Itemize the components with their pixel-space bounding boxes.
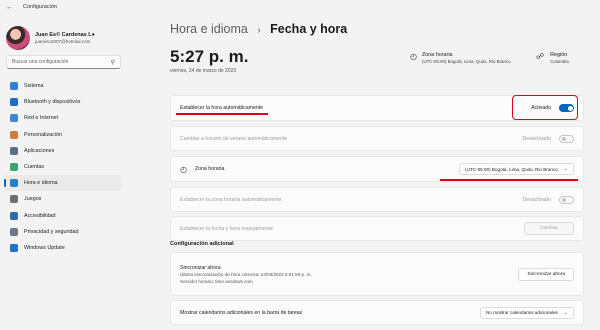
timezone-dropdown[interactable]: (UTC-05:00) Bogotá, Lima, Quito, Rio Bra… [459,163,574,175]
manual-time-label: Establecer la fecha y hora manualmente [180,225,273,232]
sidebar-item[interactable]: Sistema [4,78,121,94]
sync-title: Sincronizar ahora [180,264,221,271]
dst-setting: Cambiar a horario de verano automáticame… [170,126,584,151]
user-name: Juan Es© Cardenas L● [35,32,95,38]
search-icon[interactable]: ⚲ [111,59,115,66]
manual-time-setting: Establecer la fecha y hora manualmente C… [170,216,584,241]
sidebar-item[interactable]: Privacidad y seguridad [4,224,121,240]
sidebar-item-label: Bluetooth y dispositivos [24,99,81,106]
window-title: Configuración [23,4,57,10]
sidebar-item-label: Juegos [24,196,42,203]
highlight-box-toggle [512,95,578,120]
title-bar: ← Configuración [0,0,600,14]
current-date: viernes, 24 de marzo de 2023 [170,68,237,74]
sidebar-item[interactable]: Bluetooth y dispositivos [4,94,121,110]
sync-info: Sincronizar ahora Última sincronización … [180,265,518,284]
globe-icon: ☍ [536,52,545,61]
sidebar-item-label: Privacidad y seguridad [24,228,79,235]
region-summary: ☍ Región Colombia [536,52,569,64]
apps-icon [10,146,18,155]
sidebar-item-label: Accesibilidad [24,212,56,219]
additional-settings-title: Configuración adicional [170,241,234,247]
sidebar-item[interactable]: Juegos [4,191,121,207]
chevron-right-icon: › [257,25,261,36]
clock-globe-icon: ◴ [180,164,187,174]
dst-toggle[interactable] [559,134,574,143]
highlight-underline-auto-time [176,113,268,115]
calendars-dropdown-value: No mostrar calendarios adicionales [486,310,558,315]
auto-timezone-setting: Establecer la zona horaria automáticamen… [170,187,584,212]
sync-now-button[interactable]: Sincronizar ahora [518,267,574,281]
gamepad-icon [10,195,18,204]
auto-timezone-label: Establecer la zona horaria automáticamen… [180,196,282,203]
sidebar-item[interactable]: Aplicaciones [4,143,121,159]
sidebar-nav: Sistema Bluetooth y dispositivos Red e Int… [4,78,121,256]
sync-setting: Sincronizar ahora Última sincronización … [170,252,584,296]
current-time: 5:27 p. m. [170,47,249,66]
timezone-summary-value: (UTC-05:00) Bogotá, Lima, Quito, Rio Bra… [421,59,511,64]
timezone-dropdown-value: (UTC-05:00) Bogotá, Lima, Quito, Rio Bra… [465,166,558,172]
dst-status: Desactivado [522,135,551,142]
search-placeholder: Buscar una configuración [12,59,69,65]
globe-clock-icon [10,179,18,188]
sidebar-item-label: Windows Update [24,244,65,251]
timezone-label: Zona horaria [194,166,225,172]
globe-clock-icon: ◴ [410,52,417,61]
avatar[interactable] [6,26,30,50]
sidebar-item-label: Red e Internet [24,115,59,122]
user-email: juanesc2007@hotmail.com [35,39,91,44]
system-icon [10,82,18,91]
accessibility-icon [10,211,18,220]
highlight-underline-timezone [440,179,578,181]
breadcrumb: Hora e idioma › Fecha y hora [170,22,347,36]
back-arrow-icon[interactable]: ← [6,4,13,11]
sidebar-item-label: Cuentas [24,164,45,171]
sidebar-item-label: Sistema [24,83,44,90]
calendars-dropdown[interactable]: No mostrar calendarios adicionales ⌄ [480,306,574,319]
bluetooth-icon [10,98,18,107]
wifi-icon [10,114,18,123]
auto-time-label: Establecer la hora automáticamente [180,105,264,111]
sidebar-item[interactable]: Personalización [4,127,121,143]
brush-icon [10,130,18,139]
auto-timezone-toggle[interactable] [559,195,574,204]
change-button[interactable]: Cambiar [524,222,574,235]
sidebar-item[interactable]: Windows Update [4,240,121,256]
sync-last: Última sincronización de hora correcta: … [180,272,312,277]
page-title: Fecha y hora [270,22,348,36]
auto-timezone-status: Desactivado [522,196,551,203]
chevron-down-icon: ⌄ [563,309,568,316]
sync-server: Servidor horario: time.windows.com [180,278,253,284]
chevron-down-icon: ⌄ [563,166,568,172]
breadcrumb-parent[interactable]: Hora e idioma [170,22,248,36]
dst-label: Cambiar a horario de verano automáticame… [180,135,288,142]
shield-icon [10,227,18,236]
user-profile[interactable]: Juan Es© Cardenas L● juanesc2007@hotmail… [6,26,95,50]
sidebar-item-label: Personalización [24,131,63,138]
sidebar-item[interactable]: Cuentas [4,159,121,175]
sidebar-item-label: Aplicaciones [24,147,55,154]
sidebar-item[interactable]: Accesibilidad [4,208,121,224]
calendars-label: Mostrar calendarios adicionales en la ba… [180,309,303,316]
timezone-summary-label: Zona horaria [421,52,453,58]
person-icon [10,163,18,172]
sidebar-item[interactable]: Red e Internet [4,110,121,126]
sidebar-item-label: Hora e idioma [24,180,58,187]
region-summary-label: Región [550,52,568,58]
search-input[interactable]: Buscar una configuración ⚲ [6,55,121,69]
region-summary-value: Colombia [550,59,569,64]
timezone-summary: ◴ Zona horaria (UTC-05:00) Bogotá, Lima,… [410,52,511,64]
update-icon [10,243,18,252]
calendars-setting: Mostrar calendarios adicionales en la ba… [170,300,584,325]
sidebar-item[interactable]: Hora e idioma [4,175,121,192]
sidebar: Juan Es© Cardenas L● juanesc2007@hotmail… [0,14,128,330]
